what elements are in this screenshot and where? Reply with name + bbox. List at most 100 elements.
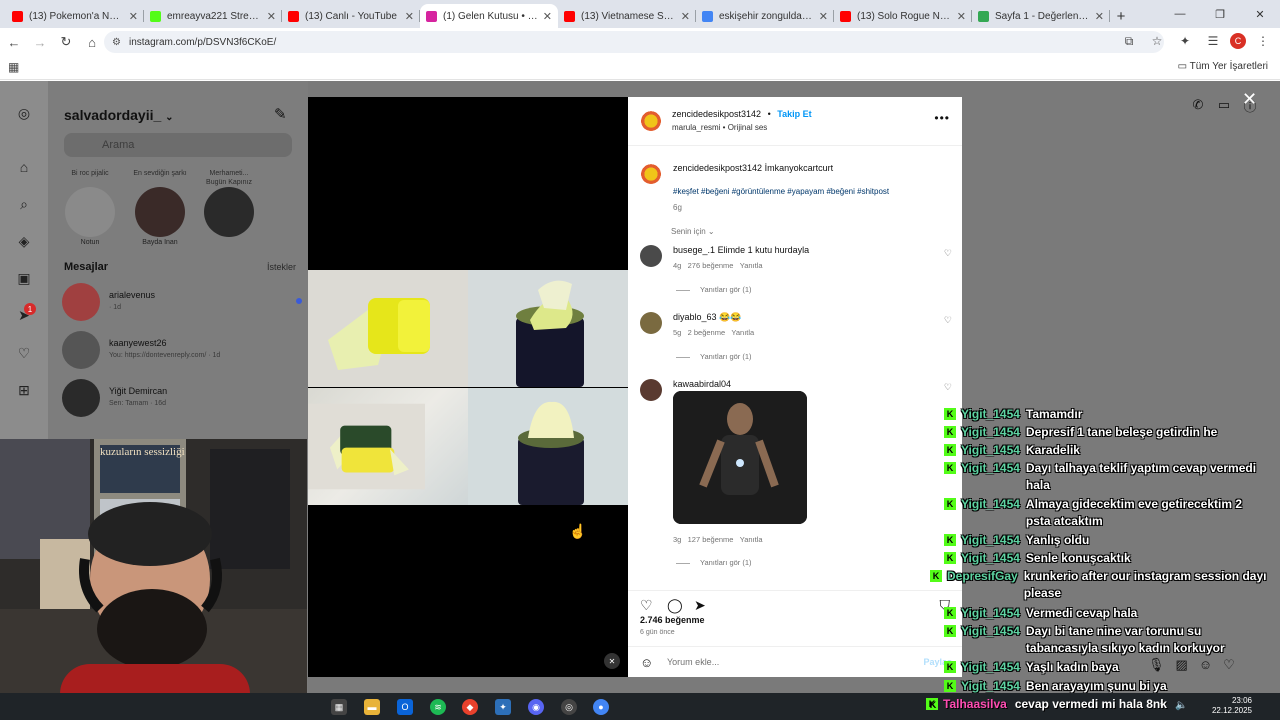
requests-link[interactable]: İstekler [267,262,296,272]
search-nav-icon[interactable]: ⌕ [14,194,34,214]
emoji-icon[interactable]: ☺ [640,655,653,670]
comment-username[interactable]: diyablo_63 [673,312,717,322]
forward-icon[interactable]: → [28,30,52,54]
inbox-search-input[interactable]: Arama [64,133,292,157]
caption-username[interactable]: zencidedesikpost3142 [673,163,762,173]
tool-icon[interactable]: ✦ [495,699,511,715]
browser-menu-icon[interactable]: ⋮ [1252,30,1274,52]
extensions-icon[interactable]: ✦ [1174,30,1196,52]
caption-avatar[interactable] [640,162,662,184]
share-send-icon[interactable]: ➤ [694,597,706,614]
new-tab-button[interactable]: + [1110,5,1132,27]
browser-tab[interactable]: (13) Vietnamese Seafood ✕ [558,4,696,28]
explore-nav-icon[interactable]: ◈ [14,231,34,251]
like-heart-icon[interactable]: ♡ [640,597,653,614]
chrome-icon[interactable]: ● [593,699,609,715]
reply-link[interactable]: Yanıtla [740,535,763,544]
close-tab-icon[interactable]: ✕ [267,10,276,23]
close-window-button[interactable]: ✕ [1240,0,1280,28]
comment-likes[interactable]: 127 beğenme [688,535,734,544]
more-options-icon[interactable]: ••• [934,111,950,125]
voice-call-icon[interactable]: ✆ [1190,97,1206,113]
inbox-username[interactable]: salvadordayii_ ⌄ [64,107,174,123]
notifications-nav-icon[interactable]: ♡ [14,343,34,363]
reading-list-icon[interactable]: ☰ [1202,30,1224,52]
address-bar[interactable]: ⚙ instagram.com/p/DSVN3f6CKoE/ [104,31,1164,53]
bookmark-star-icon[interactable]: ☆ [1146,30,1168,52]
browser-tab[interactable]: (13) Canlı - YouTube ✕ [282,4,420,28]
close-tab-icon[interactable]: ✕ [681,10,690,23]
browser-tab[interactable]: eskişehir zonguldak - Go... ✕ [696,4,834,28]
site-settings-icon[interactable]: ⚙ [112,37,121,48]
close-tab-icon[interactable]: ✕ [1095,10,1104,23]
minimize-button[interactable]: — [1160,0,1200,28]
close-tab-icon[interactable]: ✕ [405,10,414,23]
view-replies-link[interactable]: Yanıtları gör (1) [676,558,752,567]
comment-avatar[interactable] [640,245,662,267]
comment-icon[interactable]: ◯ [667,597,683,614]
close-icon[interactable]: ✕ [1242,89,1257,110]
conversation-item[interactable]: Yiğit Demircan Sen: Tamam · 16d [62,379,302,419]
file-explorer-icon[interactable]: ▬ [364,699,380,715]
comment-avatar[interactable] [640,379,662,401]
view-replies-link[interactable]: Yanıtları gör (1) [676,352,752,361]
post-media[interactable]: ☝ ✕ [308,97,628,677]
for-you-filter[interactable]: Senin için ⌄ [671,227,715,236]
task-view-icon[interactable]: ▦ [331,699,347,715]
comment-image[interactable] [673,391,807,524]
likes-count[interactable]: 2.746 beğenme [640,615,705,625]
volume-icon[interactable]: 🔈 [1175,700,1187,713]
back-icon[interactable]: ← [2,30,26,54]
home-icon[interactable]: ⌂ [80,30,104,54]
profile-avatar[interactable]: C [1230,33,1246,49]
close-tab-icon[interactable]: ✕ [129,10,138,23]
author-avatar[interactable] [640,109,662,131]
browser-tab[interactable]: (13) Pokemon'a Ne Oldu? ✕ [6,4,144,28]
view-replies-link[interactable]: Yanıtları gör (1) [676,285,752,294]
obs-icon[interactable]: ◎ [561,699,577,715]
reply-link[interactable]: Yanıtla [740,261,763,270]
reply-link[interactable]: Yanıtla [731,328,754,337]
maximize-button[interactable]: ❐ [1200,0,1240,28]
note-item[interactable]: En sevdiğin şarkı Bayda Inan [130,169,190,246]
comment-like-heart-icon[interactable]: ♡ [944,382,952,393]
close-tab-icon[interactable]: ✕ [543,10,552,23]
instagram-logo-icon[interactable]: ◎ [14,103,34,123]
browser-tab[interactable]: (1) Gelen Kutusu • Direct ✕ [420,4,558,28]
browser-tab[interactable]: emreayva221 Stream - W... ✕ [144,4,282,28]
video-call-icon[interactable]: ▭ [1216,97,1232,113]
note-item[interactable]: Bi roc pijalic Notun [60,169,120,246]
comment-username[interactable]: kawaabirdal04 [673,379,731,389]
comment-avatar[interactable] [640,312,662,334]
clock[interactable]: 23:06 22.12.2025 [1212,696,1252,716]
install-app-icon[interactable]: ⧉ [1118,30,1140,52]
reels-nav-icon[interactable]: ▣ [14,268,34,288]
comment-input[interactable]: Yorum ekle... [667,657,719,667]
comment-username[interactable]: busege_.1 [673,245,715,255]
close-tab-icon[interactable]: ✕ [957,10,966,23]
all-bookmarks-link[interactable]: ▭ Tüm Yer İşaretleri [1178,61,1268,72]
mute-icon[interactable]: ✕ [604,653,620,669]
home-nav-icon[interactable]: ⌂ [14,157,34,177]
conversation-item[interactable]: arialevenus · 1d [62,283,302,323]
apps-grid-icon[interactable]: ▦ [8,60,19,74]
note-item[interactable]: Merhameti... Bugün Kapınız [199,169,259,239]
outlook-icon[interactable]: O [397,699,413,715]
reload-icon[interactable]: ↻ [54,30,78,54]
conversation-item[interactable]: kaanyewest26 You: https://dontevenreply.c… [62,331,302,371]
comment-likes[interactable]: 276 beğenme [688,261,734,270]
comment-likes[interactable]: 2 beğenme [688,328,726,337]
caption-hashtags[interactable]: #keşfet #beğeni #görüntülenme #yapayam #… [673,186,953,197]
audio-info[interactable]: marula_resmi • Orijinal ses [672,123,767,132]
browser-tab[interactable]: (13) Solo Rogue New Pat... ✕ [834,4,972,28]
create-nav-icon[interactable]: ⊞ [14,380,34,400]
comment-like-heart-icon[interactable]: ♡ [944,315,952,326]
spotify-icon[interactable]: ≋ [430,699,446,715]
compose-icon[interactable]: ✎ [274,105,287,123]
close-tab-icon[interactable]: ✕ [819,10,828,23]
comment-like-heart-icon[interactable]: ♡ [944,248,952,259]
discord-icon[interactable]: ◉ [528,699,544,715]
app-icon[interactable]: ◆ [462,699,478,715]
author-username[interactable]: zencidedesikpost3142 [672,109,761,119]
follow-button[interactable]: Takip Et [777,109,811,119]
